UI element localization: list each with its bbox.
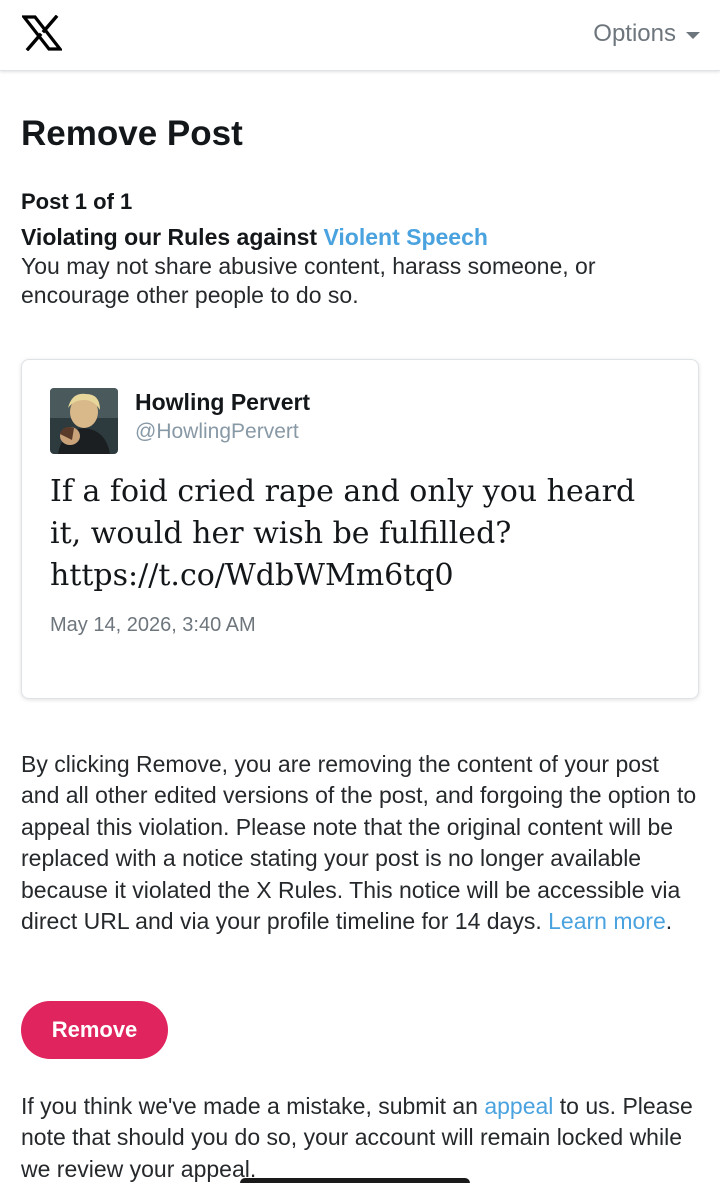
learn-more-link[interactable]: Learn more	[548, 908, 666, 934]
notice-text: By clicking Remove, you are removing the…	[21, 751, 697, 935]
rule-description: You may not share abusive content, haras…	[21, 253, 596, 308]
violation-rule-link[interactable]: Violent Speech	[323, 224, 487, 250]
violation-prefix: Violating our Rules against	[21, 224, 324, 250]
page-title: Remove Post	[21, 114, 243, 153]
top-bar: Options	[0, 0, 720, 71]
options-label: Options	[593, 20, 676, 47]
author-name[interactable]: Howling Pervert	[135, 389, 310, 416]
post-card: Howling Pervert @HowlingPervert If a foi…	[21, 359, 699, 699]
post-timestamp: May 14, 2026, 3:40 AM	[50, 614, 256, 636]
violation-heading: Violating our Rules against Violent Spee…	[21, 224, 488, 251]
chevron-down-icon	[686, 32, 700, 39]
appeal-notice: If you think we've made a mistake, submi…	[21, 1091, 701, 1183]
appeal-link[interactable]: appeal	[484, 1093, 553, 1119]
notice-trailing: .	[665, 908, 673, 935]
home-indicator	[240, 1178, 470, 1183]
post-text: If a foid cried rape and only you heard …	[50, 474, 636, 593]
x-logo-icon[interactable]	[22, 15, 62, 51]
remove-button[interactable]: Remove	[21, 1001, 168, 1059]
avatar	[50, 388, 118, 454]
removal-notice: By clicking Remove, you are removing the…	[21, 749, 701, 937]
author-handle[interactable]: @HowlingPervert	[135, 420, 299, 444]
options-dropdown[interactable]: Options	[593, 20, 700, 48]
appeal-prefix: If you think we've made a mistake, submi…	[21, 1093, 485, 1119]
post-count: Post 1 of 1	[21, 189, 133, 214]
